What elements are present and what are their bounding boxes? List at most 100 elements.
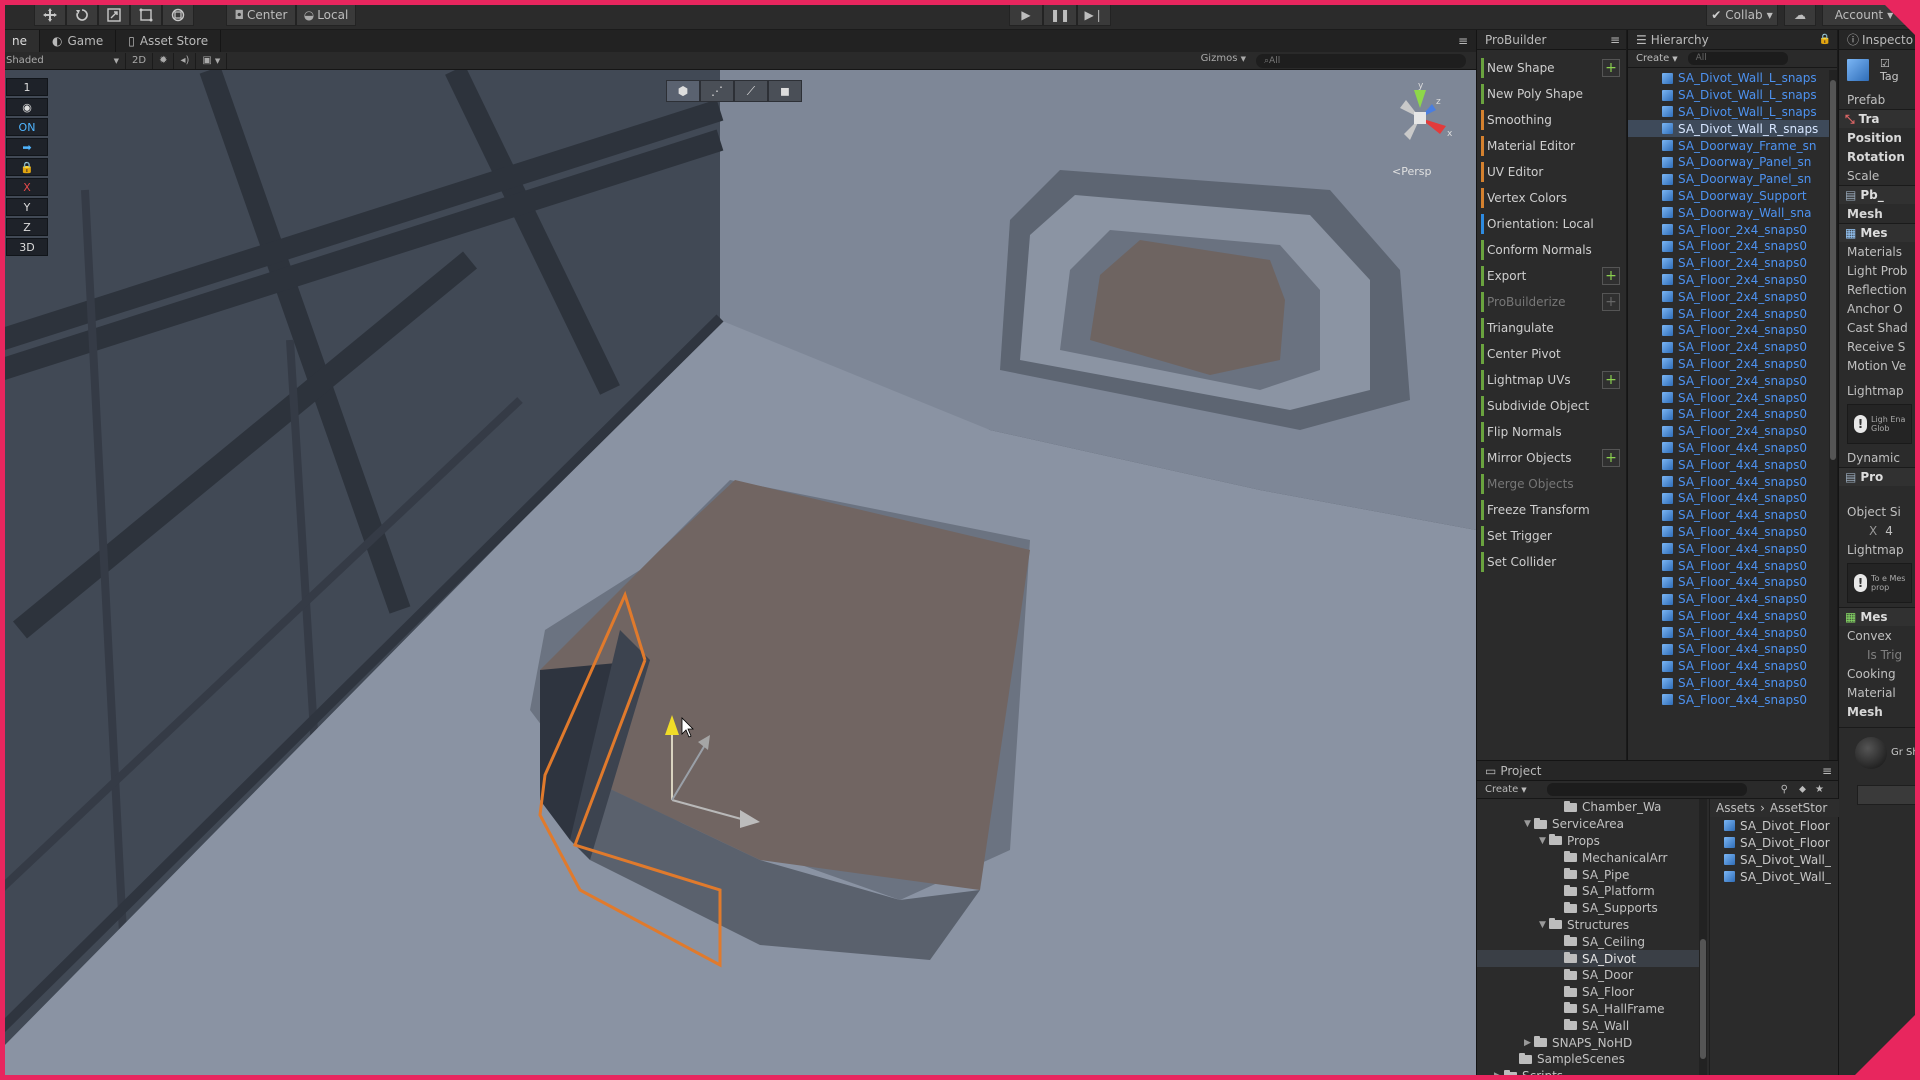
overlay-lock-toggle[interactable]: 🔒 — [6, 158, 48, 176]
project-create-button[interactable]: Create — [1485, 784, 1518, 795]
hierarchy-item[interactable]: SA_Floor_4x4_snaps0 — [1628, 624, 1837, 641]
asset-item[interactable]: SA_Divot_Floor — [1710, 817, 1839, 834]
hierarchy-item[interactable]: SA_Floor_2x4_snaps0 — [1628, 406, 1837, 423]
hierarchy-item[interactable]: SA_Floor_2x4_snaps0 — [1628, 288, 1837, 305]
2d-toggle[interactable]: 2D — [126, 52, 154, 69]
hierarchy-search-input[interactable]: All — [1687, 52, 1788, 65]
draw-mode-dropdown[interactable]: Shaded ▼ — [0, 52, 126, 69]
materials-label[interactable]: Materials — [1839, 242, 1920, 261]
project-folder-item[interactable]: SA_Door — [1477, 967, 1707, 984]
hierarchy-item[interactable]: SA_Floor_4x4_snaps0 — [1628, 608, 1837, 625]
hierarchy-item[interactable]: SA_Floor_2x4_snaps0 — [1628, 322, 1837, 339]
probuilder-tool-flip-normals[interactable]: Flip Normals — [1481, 420, 1626, 444]
project-tree-scrollbar[interactable] — [1699, 799, 1707, 1080]
project-folder-item[interactable]: SA_Pipe — [1477, 866, 1707, 883]
hierarchy-item[interactable]: SA_Floor_2x4_snaps0 — [1628, 423, 1837, 440]
hierarchy-item[interactable]: SA_Doorway_Panel_sn — [1628, 171, 1837, 188]
cloud-button[interactable]: ☁ — [1784, 4, 1816, 26]
effects-dropdown[interactable]: ▣ ▼ — [196, 52, 228, 69]
project-folder-item[interactable]: SA_HallFrame — [1477, 1001, 1707, 1018]
probuilder-tool-smoothing[interactable]: Smoothing — [1481, 108, 1626, 132]
overlay-select-toggle[interactable]: ➡ — [6, 138, 48, 156]
tab-game[interactable]: ◐ Game — [40, 30, 117, 52]
menu-icon[interactable]: ≡ — [1822, 764, 1832, 778]
tab-menu-button[interactable]: ≡ — [1450, 30, 1476, 52]
hierarchy-item[interactable]: SA_Floor_2x4_snaps0 — [1628, 272, 1837, 289]
orientation-gizmo[interactable]: y x z — [1380, 78, 1460, 168]
edge-mode-button[interactable]: ⟋ — [734, 80, 768, 102]
hierarchy-item[interactable]: SA_Floor_4x4_snaps0 — [1628, 540, 1837, 557]
probuilder-tool-orientation-local[interactable]: Orientation: Local — [1481, 212, 1626, 236]
hierarchy-item[interactable]: SA_Floor_4x4_snaps0 — [1628, 524, 1837, 541]
plus-icon[interactable]: + — [1602, 267, 1620, 285]
hierarchy-item[interactable]: SA_Floor_2x4_snaps0 — [1628, 255, 1837, 272]
project-folder-item[interactable]: SA_Wall — [1477, 1017, 1707, 1034]
project-folder-item[interactable]: SA_Supports — [1477, 900, 1707, 917]
project-folder-item[interactable]: ▶ Scripts — [1477, 1068, 1707, 1080]
breadcrumb-asset-store[interactable]: AssetStor — [1770, 801, 1827, 815]
overlay-x-toggle[interactable]: X — [6, 178, 48, 196]
expand-arrow-icon[interactable]: ▼ — [1539, 920, 1549, 930]
asset-item[interactable]: SA_Divot_Wall_ — [1710, 851, 1839, 868]
project-folder-item[interactable]: Chamber_Wa — [1477, 799, 1707, 816]
overlay-3d-toggle[interactable]: 3D — [6, 238, 48, 256]
rect-tool-button[interactable] — [130, 4, 162, 26]
probuilder-tool-set-trigger[interactable]: Set Trigger — [1481, 524, 1626, 548]
project-folder-item[interactable]: SA_Ceiling — [1477, 933, 1707, 950]
hierarchy-item[interactable]: SA_Doorway_Wall_sna — [1628, 204, 1837, 221]
probuilder-tool-set-collider[interactable]: Set Collider — [1481, 550, 1626, 574]
pro-component-header[interactable]: ▤ Pro — [1839, 467, 1920, 486]
transform-component-header[interactable]: ⤡ Tra — [1839, 109, 1920, 128]
hierarchy-item[interactable]: SA_Floor_4x4_snaps0 — [1628, 658, 1837, 675]
overlay-z-toggle[interactable]: Z — [6, 218, 48, 236]
expand-arrow-icon[interactable]: ▼ — [1539, 836, 1549, 846]
object-mode-button[interactable]: ⬢ — [666, 80, 700, 102]
probuilder-tool-merge-objects[interactable]: Merge Objects — [1481, 472, 1626, 496]
audio-toggle[interactable]: ◂) — [174, 52, 197, 69]
y-axis-cone-icon[interactable] — [1414, 90, 1426, 108]
mesh-renderer-header[interactable]: ▦ Mes — [1839, 223, 1920, 242]
hierarchy-item[interactable]: SA_Floor_2x4_snaps0 — [1628, 339, 1837, 356]
hierarchy-item[interactable]: SA_Floor_4x4_snaps0 — [1628, 574, 1837, 591]
probuilder-tool-lightmap-uvs[interactable]: Lightmap UVs + — [1481, 368, 1626, 392]
overlay-on-toggle[interactable]: ON — [6, 118, 48, 136]
overlay-item-1[interactable]: 1 — [6, 78, 48, 96]
pivot-mode-toggle[interactable]: ◘ Center — [226, 4, 296, 26]
hierarchy-item[interactable]: SA_Floor_4x4_snaps0 — [1628, 691, 1837, 708]
hierarchy-item[interactable]: SA_Floor_2x4_snaps0 — [1628, 238, 1837, 255]
face-mode-button[interactable]: ◼ — [768, 80, 802, 102]
project-folder-item[interactable]: ▼ Props — [1477, 833, 1707, 850]
gizmos-dropdown[interactable]: Gizmos ▼ — [1201, 53, 1246, 64]
project-folder-item[interactable]: ▼ Structures — [1477, 917, 1707, 934]
probuilder-tool-mirror-objects[interactable]: Mirror Objects + — [1481, 446, 1626, 470]
hierarchy-item[interactable]: SA_Floor_4x4_snaps0 — [1628, 675, 1837, 692]
scale-tool-button[interactable] — [98, 4, 130, 26]
scene-viewport[interactable]: 1 ◉ ON ➡ 🔒 X Y Z 3D ⬢ ⋰ ⟋ ◼ y x z <Persp — [0, 70, 1476, 1080]
hierarchy-item[interactable]: SA_Divot_Wall_L_snaps — [1628, 70, 1837, 87]
project-folder-item[interactable]: SA_Floor — [1477, 984, 1707, 1001]
breadcrumb-assets[interactable]: Assets — [1716, 801, 1755, 815]
plus-icon[interactable]: + — [1602, 59, 1620, 77]
probuilder-tool-conform-normals[interactable]: Conform Normals — [1481, 238, 1626, 262]
project-tree-scroll-thumb[interactable] — [1700, 939, 1706, 1059]
hierarchy-item[interactable]: SA_Floor_4x4_snaps0 — [1628, 456, 1837, 473]
filter-icon[interactable]: ⚲ — [1781, 784, 1788, 795]
projection-toggle[interactable]: <Persp — [1392, 165, 1431, 178]
scene-search-input[interactable]: ⌕All — [1256, 54, 1466, 68]
hierarchy-item[interactable]: SA_Floor_2x4_snaps0 — [1628, 221, 1837, 238]
probuilder-tool-export[interactable]: Export + — [1481, 264, 1626, 288]
mesh-collider-header[interactable]: ▦ Mes — [1839, 607, 1920, 626]
probuilder-tool-new-shape[interactable]: New Shape + — [1481, 56, 1626, 80]
move-tool-button[interactable] — [34, 4, 66, 26]
project-folder-item[interactable]: ▶ SNAPS_NoHD — [1477, 1034, 1707, 1051]
probuilder-tool-vertex-colors[interactable]: Vertex Colors — [1481, 186, 1626, 210]
expand-arrow-icon[interactable]: ▶ — [1524, 1038, 1534, 1048]
plus-icon[interactable]: + — [1602, 449, 1620, 467]
hierarchy-item[interactable]: SA_Divot_Wall_L_snaps — [1628, 104, 1837, 121]
collab-dropdown[interactable]: ✔ Collab ▼ — [1706, 4, 1778, 26]
overlay-visibility-toggle[interactable]: ◉ — [6, 98, 48, 116]
rotate-tool-button[interactable] — [66, 4, 98, 26]
hierarchy-item[interactable]: SA_Divot_Wall_L_snaps — [1628, 87, 1837, 104]
vertex-mode-button[interactable]: ⋰ — [700, 80, 734, 102]
hierarchy-item[interactable]: SA_Floor_4x4_snaps0 — [1628, 473, 1837, 490]
